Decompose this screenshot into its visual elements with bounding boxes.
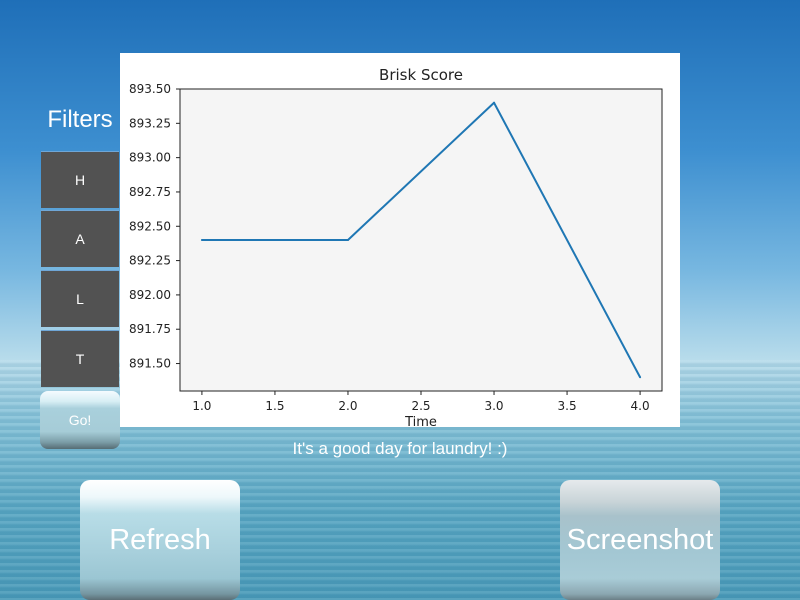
- go-button[interactable]: Go!: [40, 391, 120, 449]
- data-point: [639, 376, 642, 379]
- filter-button-h[interactable]: H: [41, 151, 119, 208]
- y-tick-label: 893.25: [129, 116, 171, 130]
- x-axis-label: Time: [404, 415, 437, 427]
- y-tick-label: 892.25: [129, 254, 171, 268]
- x-tick-label: 3.5: [558, 399, 577, 413]
- y-tick-label: 891.50: [129, 357, 171, 371]
- y-tick-label: 893.50: [129, 82, 171, 96]
- filter-button-l[interactable]: L: [41, 270, 119, 327]
- y-tick-label: 892.00: [129, 288, 171, 302]
- chart-title: Brisk Score: [379, 66, 463, 84]
- y-tick-label: 891.75: [129, 322, 171, 336]
- x-tick-label: 1.0: [192, 399, 211, 413]
- line-chart: Brisk Score 1.0 1.5 2.0 2.5 3.0 3.5 4.0 891.50 89…: [129, 66, 663, 427]
- status-message: It's a good day for laundry! :): [292, 439, 508, 458]
- x-tick-label: 3.0: [484, 399, 503, 413]
- refresh-button[interactable]: Refresh: [80, 480, 240, 600]
- screenshot-button[interactable]: Screenshot: [560, 480, 720, 600]
- x-tick-label: 4.0: [631, 399, 650, 413]
- data-point: [346, 239, 349, 241]
- filters-title: Filters: [47, 106, 113, 133]
- filter-button-t[interactable]: T: [41, 330, 119, 387]
- x-tick-label: 2.5: [411, 399, 430, 413]
- chart-panel: Brisk Score 1.0 1.5 2.0 2.5 3.0 3.5 4.0 891.50 89…: [120, 53, 680, 427]
- data-point: [200, 239, 203, 241]
- data-point: [493, 101, 496, 104]
- filter-button-a[interactable]: A: [41, 210, 119, 267]
- y-tick-label: 893.00: [129, 151, 171, 165]
- x-tick-label: 1.5: [265, 399, 284, 413]
- y-tick-label: 892.50: [129, 219, 171, 233]
- y-tick-label: 892.75: [129, 185, 171, 199]
- x-tick-label: 2.0: [338, 399, 357, 413]
